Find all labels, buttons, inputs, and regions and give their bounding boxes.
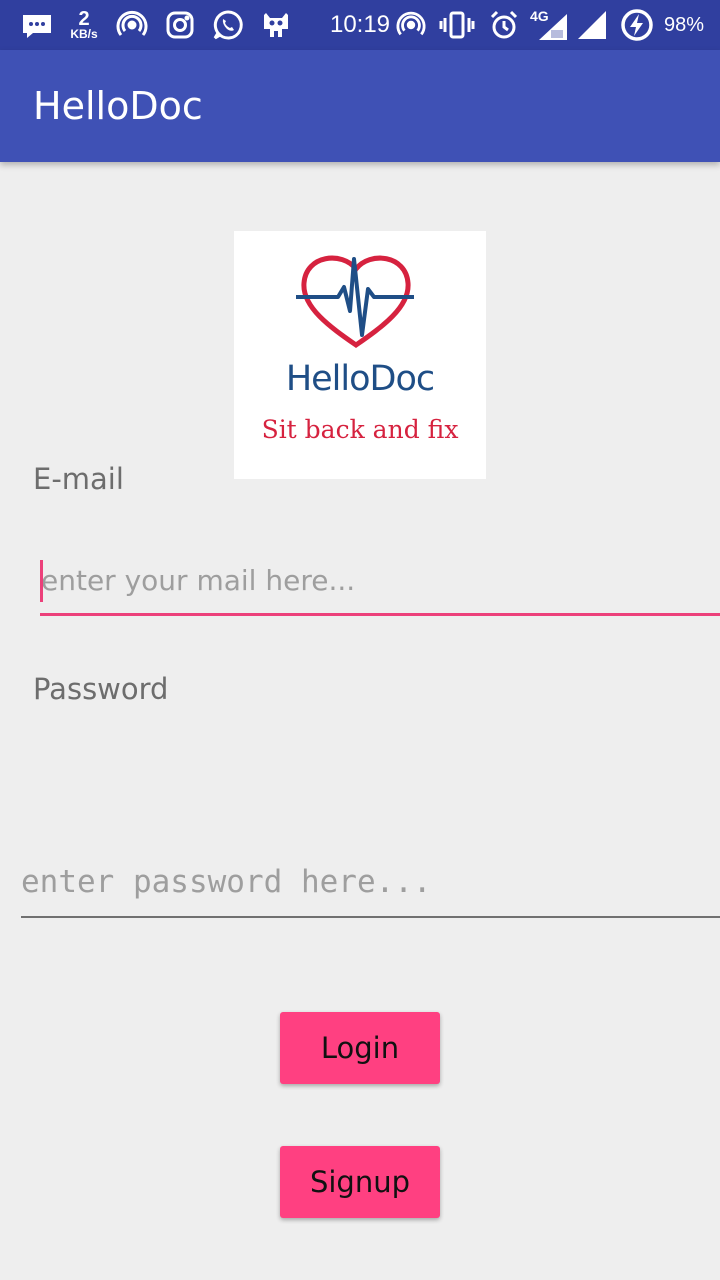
instagram-icon	[162, 0, 198, 50]
app-bar: HelloDoc	[0, 50, 720, 162]
mobile-signal-4g-icon: 4G	[528, 0, 570, 50]
network-speed: 2 KB/s	[64, 0, 104, 50]
net-speed-value: 2	[78, 7, 90, 30]
battery-percentage: 98%	[663, 13, 705, 36]
logo-tagline: Sit back and fix	[261, 415, 459, 444]
login-button[interactable]: Login	[280, 1012, 440, 1084]
messaging-icon	[18, 0, 56, 50]
net-speed-unit: KB/s	[70, 26, 98, 41]
whatsapp-icon	[210, 0, 246, 50]
status-bar: 2 KB/s 10:19 4G 98%	[0, 0, 720, 50]
password-placeholder: enter password here...	[21, 864, 432, 900]
signal-icon	[574, 0, 610, 50]
alarm-icon	[486, 0, 522, 50]
password-underline	[21, 916, 720, 918]
hellodoc-logo: HelloDoc Sit back and fix	[234, 231, 486, 479]
hotspot-icon-2	[394, 0, 428, 50]
vibrate-icon	[438, 0, 476, 50]
clock: 10:19	[329, 11, 391, 38]
email-placeholder: enter your mail here...	[41, 564, 356, 597]
hotspot-icon	[114, 0, 150, 50]
password-field[interactable]: enter password here...	[21, 858, 720, 918]
text-cursor	[40, 560, 43, 602]
password-label: Password	[33, 672, 169, 706]
app-title: HelloDoc	[33, 84, 203, 128]
email-underline	[40, 613, 720, 616]
network-type: 4G	[530, 8, 549, 24]
email-label: E-mail	[33, 462, 124, 496]
logo-name: HelloDoc	[285, 359, 435, 399]
email-field[interactable]: enter your mail here...	[40, 556, 720, 616]
signup-button[interactable]: Signup	[280, 1146, 440, 1218]
cyanogen-bot-icon	[258, 0, 294, 50]
battery-charging-icon	[618, 0, 656, 50]
